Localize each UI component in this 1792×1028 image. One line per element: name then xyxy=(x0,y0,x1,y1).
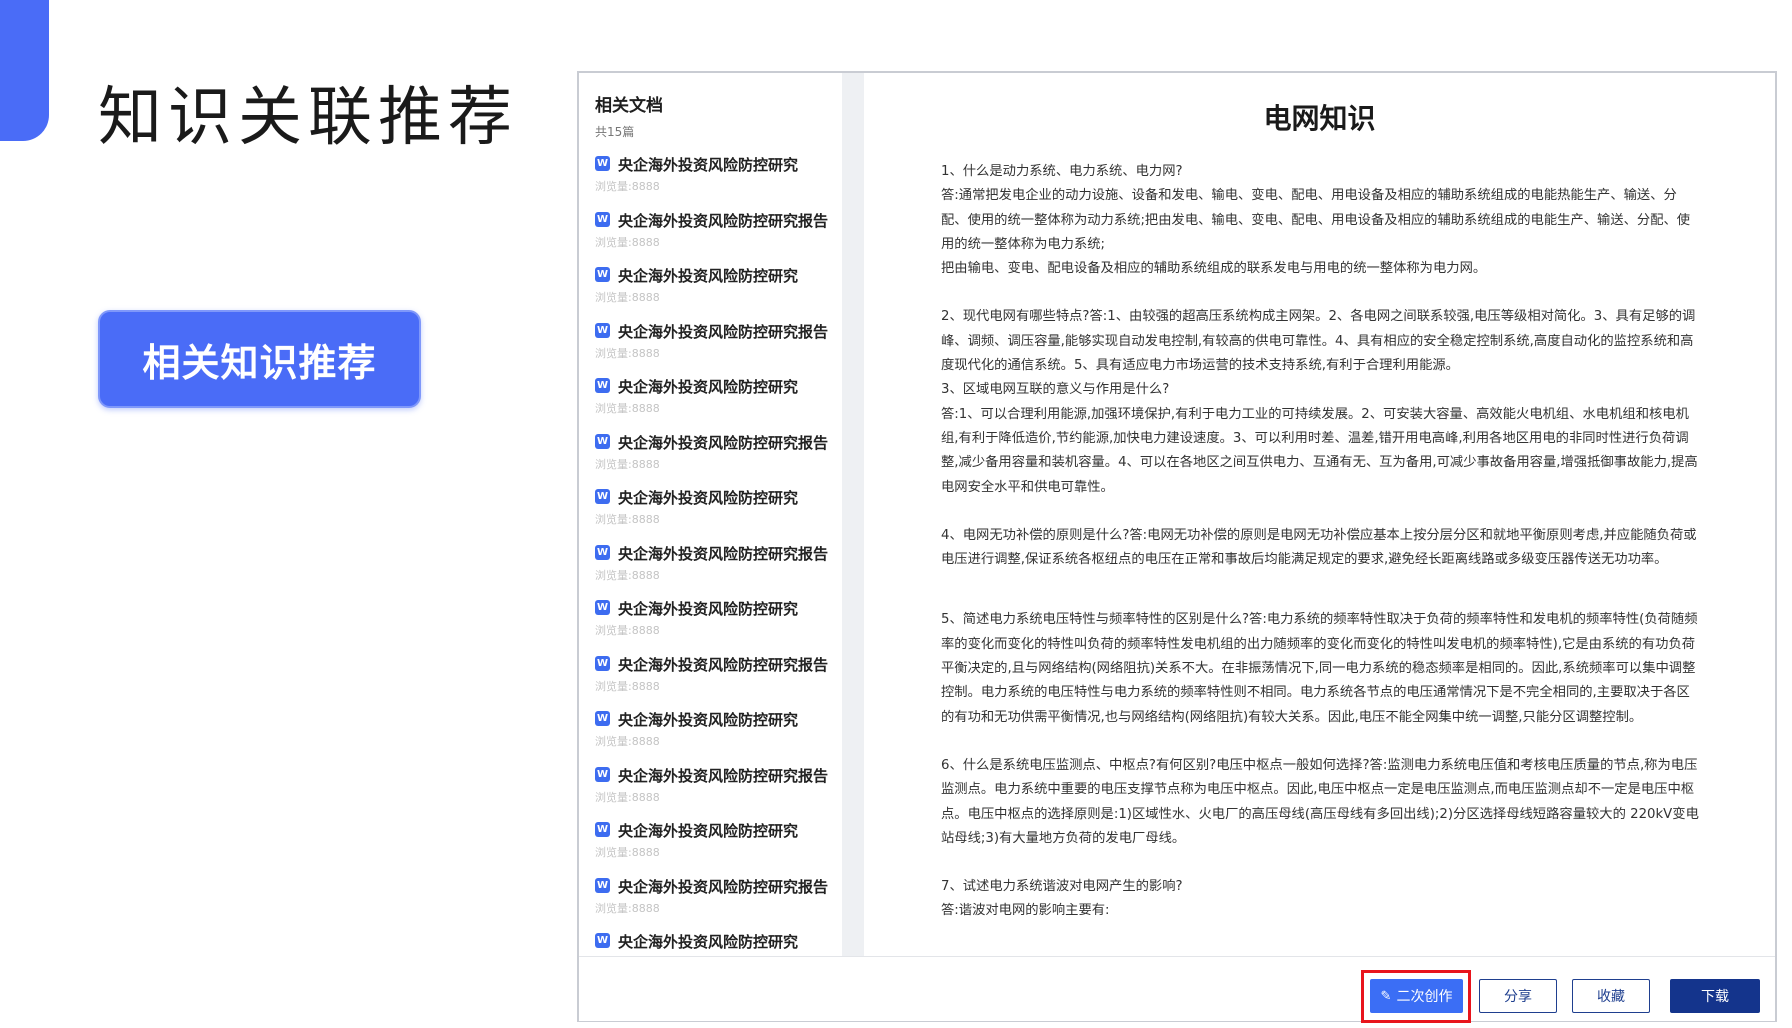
doc-list: W 央企海外投资风险防控研究 浏览量:8888 W 央企海外投资风险防控研究报告 浏览量:… xyxy=(579,151,842,956)
word-doc-icon: W xyxy=(595,655,610,671)
doc-name: 央企海外投资风险防控研究 xyxy=(618,378,799,396)
doc-views: 浏览量:8888 xyxy=(595,513,660,526)
doc-list-item[interactable]: W 央企海外投资风险防控研究报告浏览量:8888 xyxy=(579,540,842,596)
doc-views: 浏览量:8888 xyxy=(595,735,660,748)
word-doc-icon: W xyxy=(595,489,610,504)
paragraph-5: 5、简述电力系统电压特性与频率特性的区别是什么?答:电力系统的频率特性取决于负荷… xyxy=(941,612,1698,725)
accent-tab xyxy=(0,0,49,141)
doc-views: 浏览量:8888 xyxy=(595,679,660,693)
doc-name: 央企海外投资风险防控研究报告 xyxy=(618,433,829,452)
paragraph-3: 3、区域电网互联的意义与作用是什么? 答:1、可以合理利用能源,加强环境保护,有… xyxy=(941,382,1698,495)
doc-views: 浏览量:8888 xyxy=(595,790,660,804)
doc-name: 央企海外投资风险防控研究 xyxy=(618,156,799,174)
word-doc-icon: W xyxy=(595,600,610,615)
doc-name: 央企海外投资风险防控研究报告 xyxy=(618,211,829,230)
doc-views: 浏览量:8888 xyxy=(595,291,660,304)
doc-name: 央企海外投资风险防控研究 xyxy=(618,711,799,729)
doc-list-item[interactable]: W 央企海外投资风险防控研究报告浏览量:8888 xyxy=(579,651,842,707)
doc-list-item[interactable]: W 央企海外投资风险防控研究浏览量:8888 xyxy=(579,262,842,318)
download-button[interactable]: 下载 xyxy=(1670,979,1760,1013)
word-doc-icon: W xyxy=(595,378,610,393)
doc-list-item[interactable]: W 央企海外投资风险防控研究报告浏览量:8888 xyxy=(579,873,842,929)
paragraph-1: 1、什么是动力系统、电力系统、电力网? 答:通常把发电企业的动力设施、设备和发电… xyxy=(941,164,1691,277)
word-doc-icon: W xyxy=(595,433,610,449)
share-button[interactable]: 分享 xyxy=(1479,979,1557,1013)
doc-views: 浏览量:8888 xyxy=(595,180,660,193)
word-doc-icon: W xyxy=(595,267,610,282)
paragraph-2: 2、现代电网有哪些特点?答:1、由较强的超高压系统构成主网架。2、各电网之间联系… xyxy=(941,309,1696,374)
doc-list-item[interactable]: W 央企海外投资风险防控研究浏览量:8888 xyxy=(579,151,842,207)
related-docs-sidebar: 相关文档 共15篇 W 央企海外投资风险防控研究 浏览量:8888 W 央企海外投资风险… xyxy=(579,73,842,956)
word-doc-icon: W xyxy=(595,933,610,948)
doc-name: 央企海外投资风险防控研究报告 xyxy=(618,877,829,896)
doc-list-item[interactable]: W 央企海外投资风险防控研究报告浏览量:8888 xyxy=(579,318,842,374)
doc-views: 浏览量:8888 xyxy=(595,901,660,915)
related-knowledge-button[interactable]: 相关知识推荐 xyxy=(98,310,421,408)
doc-list-item[interactable]: W 央企海外投资风险防控研究报告浏览量:8888 xyxy=(579,762,842,818)
doc-list-item[interactable]: W 央企海外投资风险防控研究浏览量:8888 xyxy=(579,373,842,429)
doc-name: 央企海外投资风险防控研究报告 xyxy=(618,544,829,563)
sidebar-title: 相关文档 xyxy=(595,96,663,116)
word-doc-icon: W xyxy=(595,822,610,837)
sidebar-scrollbar[interactable] xyxy=(842,73,864,956)
paragraph-4: 4、电网无功补偿的原则是什么?答:电网无功补偿的原则是电网无功补偿应基本上按分层… xyxy=(941,527,1697,568)
doc-name: 央企海外投资风险防控研究 xyxy=(618,822,799,840)
doc-name: 央企海外投资风险防控研究 xyxy=(618,933,799,951)
doc-views: 浏览量:8888 xyxy=(595,568,660,582)
doc-list-item[interactable]: W央企海外投资风险防控研究浏览量:8888 xyxy=(579,928,842,956)
doc-views: 浏览量:8888 xyxy=(595,402,660,415)
favorite-button[interactable]: 收藏 xyxy=(1572,979,1650,1013)
word-doc-icon: W xyxy=(595,322,610,338)
word-doc-icon: W xyxy=(595,211,610,227)
doc-name: 央企海外投资风险防控研究报告 xyxy=(618,655,829,674)
doc-views: 浏览量:8888 xyxy=(595,457,660,471)
word-doc-icon: W xyxy=(595,766,610,782)
document-body: 1、什么是动力系统、电力系统、电力网? 答:通常把发电企业的动力设施、设备和发电… xyxy=(941,160,1703,948)
doc-name: 央企海外投资风险防控研究 xyxy=(618,267,799,285)
doc-name: 央企海外投资风险防控研究 xyxy=(618,489,799,507)
doc-views: 浏览量:8888 xyxy=(595,624,660,637)
doc-list-item[interactable]: W 央企海外投资风险防控研究浏览量:8888 xyxy=(579,817,842,873)
paragraph-6: 6、什么是系统电压监测点、中枢点?有何区别?电压中枢点一般如何选择?答:监测电力… xyxy=(941,757,1699,846)
doc-list-item[interactable]: W 央企海外投资风险防控研究报告浏览量:8888 xyxy=(579,207,842,263)
document-window: 相关文档 共15篇 W 央企海外投资风险防控研究 浏览量:8888 W 央企海外投资风险… xyxy=(577,71,1777,1023)
word-doc-icon: W xyxy=(595,544,610,560)
paragraph-7: 7、试述电力系统谐波对电网产生的影响? 答:谐波对电网的影响主要有: xyxy=(941,879,1183,919)
document-title: 电网知识 xyxy=(1263,102,1376,135)
slide-title: 知识关联推荐 xyxy=(98,81,518,155)
highlight-box xyxy=(1361,970,1471,1023)
document-viewer: 电网知识 1、什么是动力系统、电力系统、电力网? 答:通常把发电企业的动力设施、… xyxy=(864,73,1775,956)
word-doc-icon: W xyxy=(595,877,610,893)
word-doc-icon: W xyxy=(595,156,610,171)
doc-list-item[interactable]: W 央企海外投资风险防控研究浏览量:8888 xyxy=(579,484,842,540)
action-footer: ✎ 二次创作 分享 收藏 下载 xyxy=(579,956,1775,1023)
word-doc-icon: W xyxy=(595,711,610,726)
doc-name: 央企海外投资风险防控研究报告 xyxy=(618,766,829,785)
doc-views: 浏览量:8888 xyxy=(595,346,660,360)
doc-list-item[interactable]: W 央企海外投资风险防控研究浏览量:8888 xyxy=(579,595,842,651)
sidebar-count: 共15篇 xyxy=(595,125,635,139)
doc-list-item[interactable]: W 央企海外投资风险防控研究报告浏览量:8888 xyxy=(579,429,842,485)
doc-list-item[interactable]: W 央企海外投资风险防控研究浏览量:8888 xyxy=(579,706,842,762)
doc-name: 央企海外投资风险防控研究报告 xyxy=(618,322,829,341)
doc-views: 浏览量:8888 xyxy=(595,235,660,249)
doc-views: 浏览量:8888 xyxy=(595,846,660,859)
doc-name: 央企海外投资风险防控研究 xyxy=(618,600,799,618)
